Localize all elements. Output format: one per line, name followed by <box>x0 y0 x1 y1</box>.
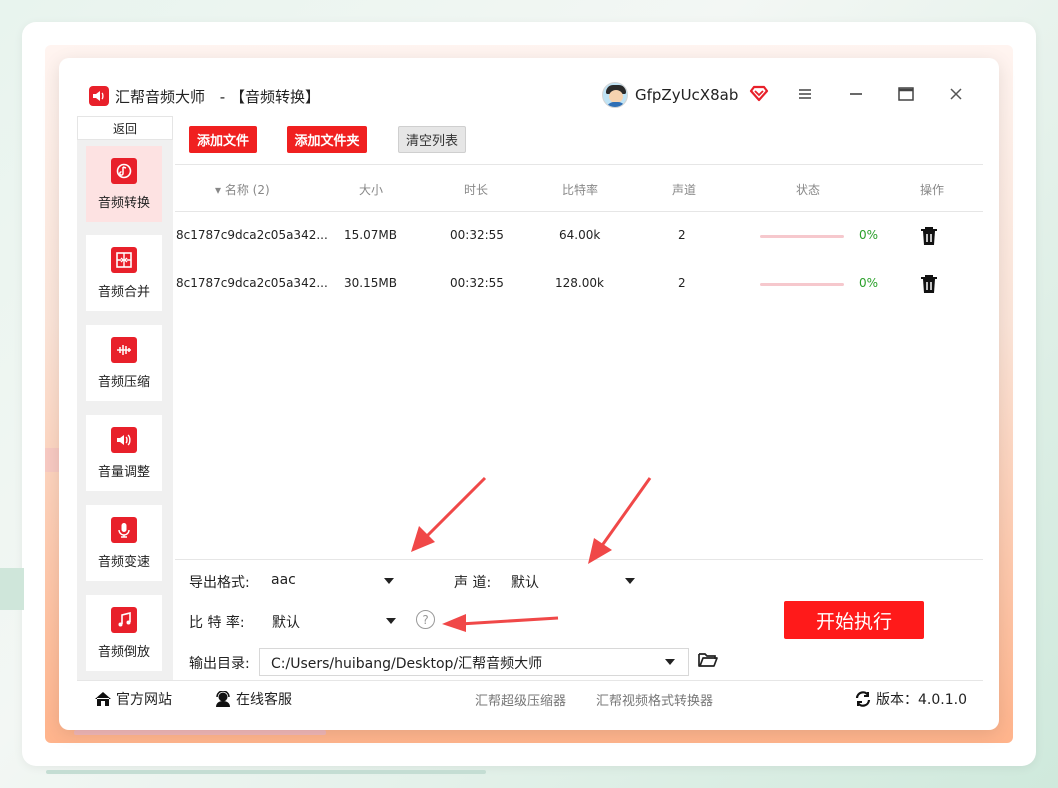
compressor-link[interactable]: 汇帮超级压缩器 <box>475 690 566 709</box>
progress-bar <box>760 235 844 238</box>
version-info[interactable]: 版本：4.0.1.0 <box>854 689 967 709</box>
start-button[interactable]: 开始执行 <box>784 601 924 639</box>
col-header-size[interactable]: 大小 <box>359 181 383 198</box>
background-line <box>46 770 486 774</box>
audio-reverse-icon <box>111 607 137 633</box>
output-path-value: C:/Users/huibang/Desktop/汇帮音频大师 <box>271 656 543 672</box>
section-name: 【音频转换】 <box>230 88 321 106</box>
customer-service-icon <box>216 691 230 707</box>
audio-convert-icon <box>111 158 137 184</box>
avatar[interactable] <box>602 82 628 108</box>
chevron-down-icon[interactable] <box>625 578 635 584</box>
background-line-red <box>74 730 326 735</box>
sidebar-item-audio-merge[interactable]: 音频合并 <box>86 235 162 311</box>
col-header-status[interactable]: 状态 <box>796 181 820 198</box>
file-channel: 2 <box>678 228 686 242</box>
app-logo-icon <box>89 86 109 106</box>
delete-icon[interactable] <box>920 274 938 294</box>
sidebar-item-audio-compress[interactable]: 音频压缩 <box>86 325 162 401</box>
sidebar-item-label: 音频转换 <box>97 196 150 211</box>
file-name: 8c1787c9dca2c05a342... <box>176 276 328 290</box>
file-bitrate: 128.00k <box>555 276 604 290</box>
close-icon[interactable] <box>944 82 968 106</box>
chevron-down-icon[interactable] <box>384 578 394 584</box>
format-select[interactable]: aac <box>271 572 296 588</box>
col-header-channel[interactable]: 声道 <box>672 181 696 198</box>
annotation-arrow <box>588 477 652 564</box>
main-panel: 添加文件 添加文件夹 清空列表 <box>175 116 983 680</box>
volume-adjust-icon <box>111 427 137 453</box>
add-folder-button[interactable]: 添加文件夹 <box>287 126 367 153</box>
minimize-icon[interactable] <box>844 82 868 106</box>
title-separator: - <box>219 88 226 106</box>
add-file-button[interactable]: 添加文件 <box>189 126 257 153</box>
help-icon[interactable]: ? <box>416 610 435 629</box>
maximize-icon[interactable] <box>894 82 918 106</box>
sidebar-item-label: 音频压缩 <box>97 375 150 390</box>
col-header-action[interactable]: 操作 <box>920 181 944 198</box>
divider <box>175 211 983 212</box>
bitrate-select[interactable]: 默认 <box>272 612 300 632</box>
progress-percent: 0% <box>859 276 879 290</box>
progress-percent: 0% <box>859 228 879 242</box>
output-path-field[interactable]: C:/Users/huibang/Desktop/汇帮音频大师 <box>259 648 689 676</box>
file-size: 30.15MB <box>344 276 397 290</box>
sidebar-item-volume-adjust[interactable]: 音量调整 <box>86 415 162 491</box>
title-bar: 汇帮音频大师 - 【音频转换】 GfpZyUcX8ab <box>59 58 999 114</box>
website-link[interactable]: 官方网站 <box>94 689 172 709</box>
annotation-arrow <box>411 476 487 552</box>
support-link[interactable]: 在线客服 <box>214 689 292 709</box>
sidebar-item-audio-convert[interactable]: 音频转换 <box>86 146 162 222</box>
channel-label: 声 道: <box>454 575 492 591</box>
col-header-bitrate[interactable]: 比特率 <box>562 181 598 198</box>
annotation-arrow <box>442 614 559 632</box>
version-label: 版本：4.0.1.0 <box>876 692 967 708</box>
divider <box>175 164 983 165</box>
table-row[interactable]: 8c1787c9dca2c05a342... 15.07MB 00:32:55 … <box>175 216 983 256</box>
table-row[interactable]: 8c1787c9dca2c05a342... 30.15MB 00:32:55 … <box>175 264 983 304</box>
sidebar-item-audio-reverse[interactable]: 音频倒放 <box>86 595 162 671</box>
sidebar-item-label: 音频倒放 <box>97 645 150 660</box>
sidebar-item-label: 音频合并 <box>97 285 150 300</box>
background-strip <box>0 568 24 610</box>
audio-merge-icon <box>111 247 137 273</box>
folder-open-icon[interactable] <box>697 650 719 670</box>
app-name: 汇帮音频大师 <box>115 88 206 106</box>
window-title: 汇帮音频大师 - 【音频转换】 <box>115 86 320 107</box>
sidebar-item-audio-speed[interactable]: 音频变速 <box>86 505 162 581</box>
bitrate-label: 比 特 率: <box>189 615 245 631</box>
audio-speed-icon <box>111 517 137 543</box>
back-button[interactable]: 返回 <box>77 116 173 140</box>
sidebar-item-label: 音量调整 <box>97 465 150 480</box>
file-bitrate: 64.00k <box>559 228 601 242</box>
output-label: 输出目录: <box>189 656 250 672</box>
file-name: 8c1787c9dca2c05a342... <box>176 228 328 242</box>
username[interactable]: GfpZyUcX8ab <box>635 86 738 104</box>
file-duration: 00:32:55 <box>450 228 504 242</box>
delete-icon[interactable] <box>920 226 938 246</box>
video-converter-link[interactable]: 汇帮视频格式转换器 <box>596 690 713 709</box>
format-label: 导出格式: <box>189 575 250 591</box>
clear-list-button[interactable]: 清空列表 <box>398 126 466 153</box>
sidebar: 返回 音频转换 音频合并 音频压缩 音量调整 音频变速 音频倒放 <box>77 116 173 680</box>
menu-icon[interactable] <box>793 82 817 106</box>
home-icon <box>95 692 111 706</box>
sidebar-item-label: 音频变速 <box>97 555 150 570</box>
divider <box>175 559 983 560</box>
website-label: 官方网站 <box>116 692 172 708</box>
refresh-icon <box>855 691 871 707</box>
file-channel: 2 <box>678 276 686 290</box>
support-label: 在线客服 <box>236 692 292 708</box>
progress-bar <box>760 283 844 286</box>
vip-diamond-icon[interactable] <box>749 83 769 103</box>
audio-compress-icon <box>111 337 137 363</box>
file-size: 15.07MB <box>344 228 397 242</box>
chevron-down-icon[interactable] <box>386 618 396 624</box>
channel-select[interactable]: 默认 <box>511 572 539 592</box>
chevron-down-icon[interactable] <box>665 659 675 665</box>
file-duration: 00:32:55 <box>450 276 504 290</box>
col-header-name[interactable]: ▾ 名称 (2) <box>215 181 270 198</box>
footer: 官方网站 在线客服 汇帮超级压缩器 汇帮视频格式转换器 版本：4.0.1.0 <box>77 680 983 716</box>
col-header-duration[interactable]: 时长 <box>464 181 488 198</box>
